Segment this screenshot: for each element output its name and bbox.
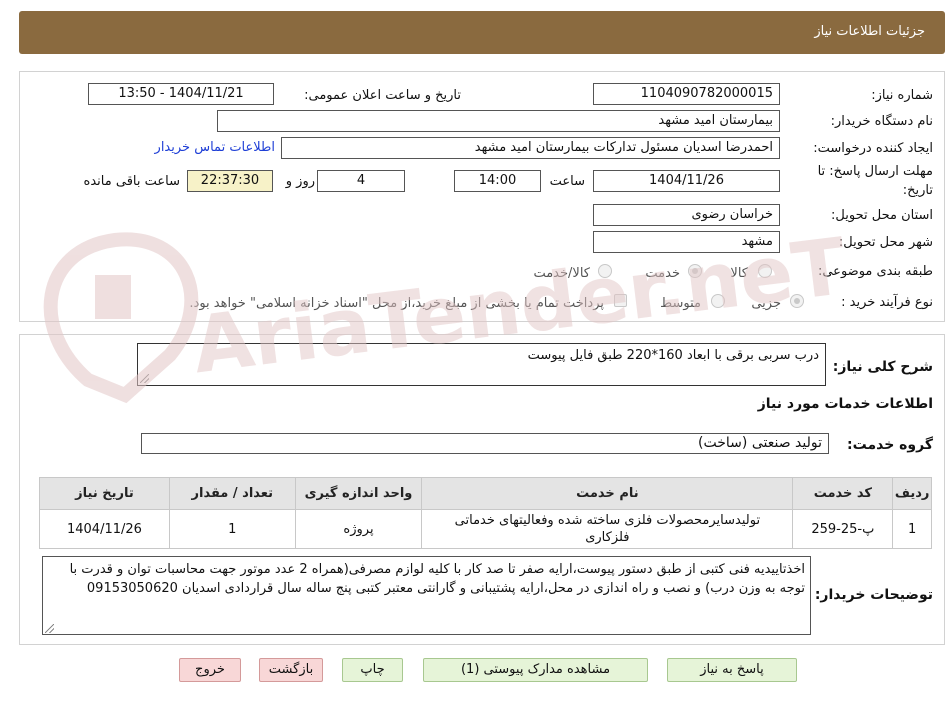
service-group-field: تولید صنعتی (ساخت) xyxy=(141,433,829,454)
deadline-label-line2: تاریخ: xyxy=(902,183,933,198)
back-button[interactable]: بازگشت xyxy=(259,658,323,682)
page-title: جزئیات اطلاعات نیاز xyxy=(814,24,925,39)
services-heading: اطلاعات خدمات مورد نیاز xyxy=(757,396,933,412)
time-label: ساعت xyxy=(549,174,585,189)
summary-label: شرح کلی نیاز: xyxy=(832,359,933,375)
cell-date: 1404/11/26 xyxy=(39,509,170,549)
table-row: 1 پ-25-259 تولیدسایرمحصولات فلزی ساخته ش… xyxy=(39,509,932,549)
deadline-label: مهلت ارسال پاسخ: تا xyxy=(817,164,933,179)
requester-field: احمدرضا اسدیان مسئول تدارکات بیمارستان ا… xyxy=(281,137,780,159)
province-label: استان محل تحویل: xyxy=(831,208,933,223)
cell-unit: پروژه xyxy=(294,509,423,549)
process-medium-radio[interactable] xyxy=(711,294,725,308)
summary-resize-handle[interactable] xyxy=(140,374,149,383)
cell-row: 1 xyxy=(892,509,932,549)
table-header-row: ردیف کد خدمت نام خدمت واحد اندازه گیری ت… xyxy=(39,477,932,510)
services-table: ردیف کد خدمت نام خدمت واحد اندازه گیری ت… xyxy=(39,477,932,549)
category-both-label: کالا/خدمت xyxy=(533,266,590,281)
service-group-label: گروه خدمت: xyxy=(847,437,933,453)
process-label: نوع فرآیند خرید : xyxy=(841,295,933,310)
cell-name: تولیدسایرمحصولات فلزی ساخته شده وفعالیته… xyxy=(421,509,794,549)
print-button[interactable]: چاپ xyxy=(342,658,403,682)
buyer-org-label: نام دستگاه خریدار: xyxy=(830,114,933,129)
view-attachments-button[interactable]: مشاهده مدارک پیوستی (1) xyxy=(423,658,648,682)
city-field: مشهد xyxy=(593,231,780,253)
col-name-header: نام خدمت xyxy=(421,477,794,510)
treasury-payment-note: پرداخت تمام یا بخشی از مبلغ خرید،از محل … xyxy=(189,296,604,311)
buyer-notes-label: توضیحات خریدار: xyxy=(814,587,933,603)
process-medium-label: متوسط xyxy=(660,296,701,311)
days-field: 4 xyxy=(317,170,405,192)
city-label: شهر محل تحویل: xyxy=(838,235,933,250)
reply-button[interactable]: پاسخ به نیاز xyxy=(667,658,797,682)
category-goods-label: کالا xyxy=(730,266,748,281)
exit-button[interactable]: خروج xyxy=(179,658,241,682)
col-unit-header: واحد اندازه گیری xyxy=(294,477,423,510)
announce-label: تاریخ و ساعت اعلان عمومی: xyxy=(304,88,461,103)
col-date-header: تاریخ نیاز xyxy=(39,477,170,510)
process-minor-label: جزیی xyxy=(751,296,781,311)
deadline-date-field: 1404/11/26 xyxy=(593,170,780,192)
cell-qty: 1 xyxy=(168,509,296,549)
deadline-time-field: 14:00 xyxy=(454,170,541,192)
category-service-radio[interactable] xyxy=(688,264,702,278)
buyer-notes-resize-handle[interactable] xyxy=(45,624,54,633)
category-goods-radio[interactable] xyxy=(758,264,772,278)
remaining-time-field: 22:37:30 xyxy=(187,170,273,192)
buyer-notes-field: اخذتاییدیه فنی کتبی از طبق دستور پیوست،ا… xyxy=(42,556,811,635)
remaining-label: ساعت باقی مانده xyxy=(83,174,180,189)
summary-field: درب سربی برقی با ابعاد 160*220 طبق فایل … xyxy=(137,343,826,386)
category-service-label: خدمت xyxy=(645,266,680,281)
treasury-payment-checkbox[interactable] xyxy=(614,294,627,307)
col-code-header: کد خدمت xyxy=(792,477,894,510)
need-info-panel xyxy=(19,71,945,322)
province-field: خراسان رضوی xyxy=(593,204,780,226)
process-minor-radio[interactable] xyxy=(790,294,804,308)
category-both-radio[interactable] xyxy=(598,264,612,278)
cell-code: پ-25-259 xyxy=(792,509,894,549)
announce-field: 1404/11/21 - 13:50 xyxy=(88,83,274,105)
need-number-field: 1104090782000015 xyxy=(593,83,780,105)
page-header: جزئیات اطلاعات نیاز xyxy=(19,11,945,54)
need-number-label: شماره نیاز: xyxy=(871,88,933,103)
buyer-contact-link[interactable]: اطلاعات تماس خریدار xyxy=(155,140,275,155)
col-qty-header: تعداد / مقدار xyxy=(168,477,296,510)
requester-label: ایجاد کننده درخواست: xyxy=(813,141,933,156)
buyer-org-field: بیمارستان امید مشهد xyxy=(217,110,780,132)
category-label: طبقه بندی موضوعی: xyxy=(817,264,933,279)
days-label: روز و xyxy=(285,174,315,189)
col-row-header: ردیف xyxy=(892,477,932,510)
